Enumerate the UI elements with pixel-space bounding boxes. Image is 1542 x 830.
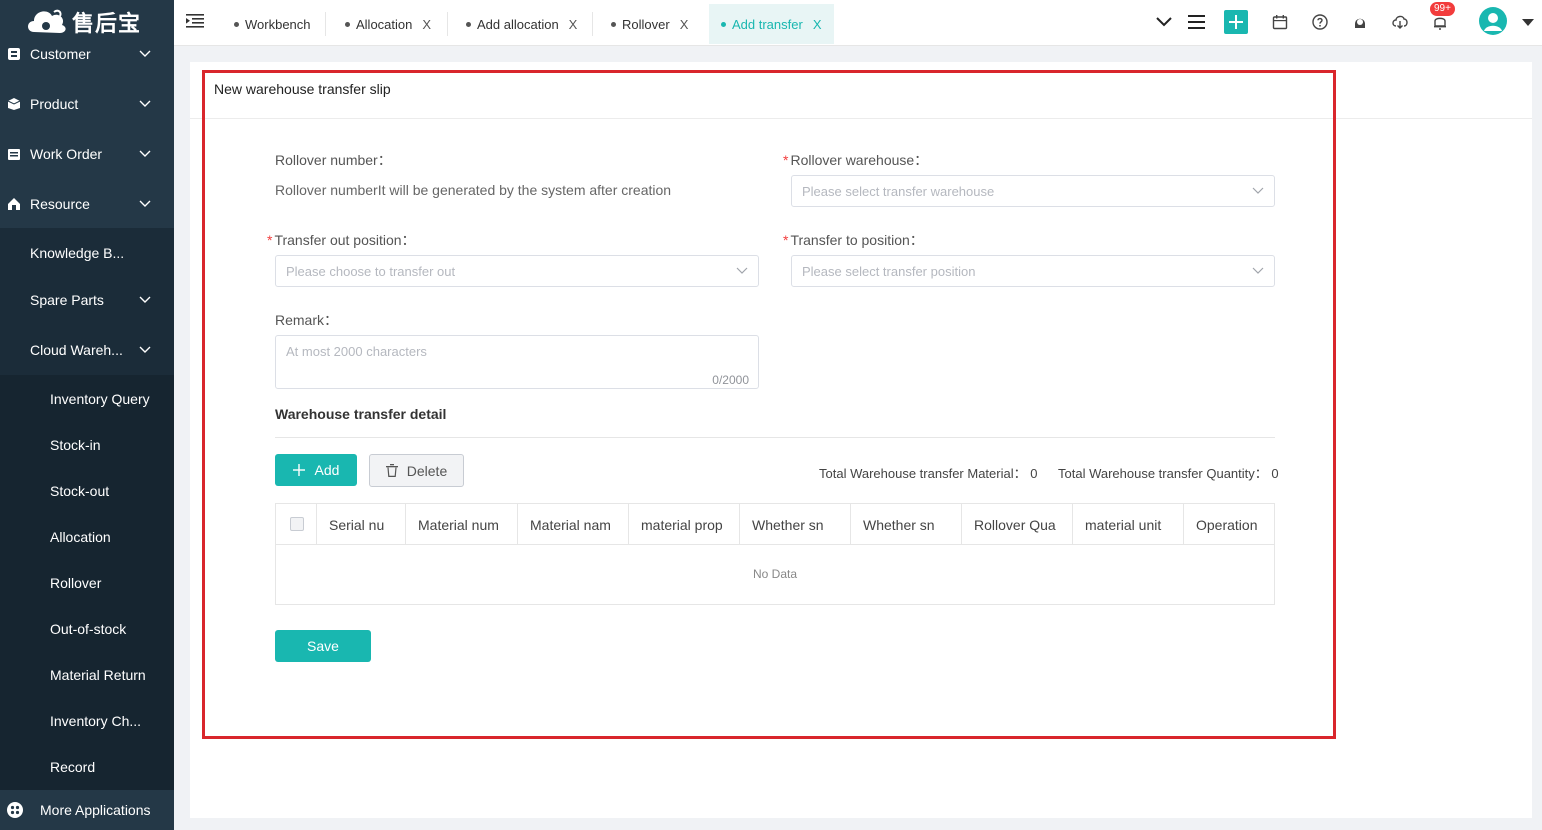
sidebar-item-label: Stock-in — [50, 437, 101, 453]
sidebar-item-label: Record — [50, 759, 96, 775]
tab-allocation[interactable]: Allocation X — [345, 4, 431, 44]
top-bar: Workbench Allocation X Add allocation X … — [174, 0, 1542, 46]
sidebar-item-inventory-query[interactable]: Inventory Query — [0, 379, 174, 419]
sidebar-item-spare-parts[interactable]: Spare Parts — [0, 280, 174, 320]
sidebar-item-label: Rollover — [50, 575, 102, 591]
sidebar-item-allocation[interactable]: Allocation — [0, 517, 174, 557]
sidebar-item-inventory-check[interactable]: Inventory Ch... — [0, 701, 174, 741]
chevron-down-icon — [139, 150, 151, 157]
sidebar-item-label: Spare Parts — [30, 292, 104, 308]
sidebar-item-label: Resource — [30, 196, 90, 212]
more-applications-label: More Applications — [40, 802, 151, 818]
tab-label: Add transfer — [732, 16, 803, 32]
sidebar-item-resource[interactable]: Resource — [0, 184, 174, 224]
tab-label: Workbench — [245, 16, 311, 32]
sidebar-item-label: Inventory Ch... — [50, 713, 142, 729]
chevron-down-icon — [139, 200, 151, 207]
plus-icon — [1229, 15, 1243, 29]
tab-dot — [345, 21, 350, 27]
sidebar-item-label: Knowledge B... — [30, 245, 125, 261]
apps-icon — [7, 802, 23, 818]
chevron-down-icon — [139, 50, 151, 57]
user-avatar[interactable] — [1478, 6, 1508, 36]
sidebar-item-product[interactable]: Product — [0, 84, 174, 124]
tab-add-transfer[interactable]: Add transfer X — [709, 4, 834, 44]
more-applications-button[interactable]: More Applications — [0, 790, 174, 830]
calendar-button[interactable] — [1268, 10, 1292, 34]
sidebar-item-customer[interactable]: Customer — [0, 34, 174, 74]
chevron-down-icon — [139, 296, 151, 303]
sidebar-item-label: Out-of-stock — [50, 621, 127, 637]
customer-icon — [8, 48, 20, 60]
tab-label: Allocation — [356, 16, 413, 32]
tab-dot — [611, 21, 616, 27]
close-icon[interactable]: X — [680, 17, 689, 32]
sidebar-item-label: Inventory Query — [50, 391, 150, 407]
work-order-icon — [8, 149, 20, 160]
sidebar-item-label: Customer — [30, 46, 91, 62]
tab-dot — [466, 21, 471, 27]
sidebar-item-cloud-warehouse[interactable]: Cloud Wareh... — [0, 330, 174, 370]
tab-dot — [721, 21, 726, 27]
sidebar-item-record[interactable]: Record — [0, 747, 174, 787]
sidebar-item-label: Cloud Wareh... — [30, 342, 123, 358]
tab-workbench[interactable]: Workbench — [234, 4, 311, 44]
sidebar-item-work-order[interactable]: Work Order — [0, 134, 174, 174]
tab-divider — [325, 12, 326, 36]
cloud-download-icon — [1392, 15, 1408, 29]
bell-icon — [1434, 17, 1446, 30]
chevron-down-icon — [1156, 17, 1172, 27]
tab-divider — [447, 12, 448, 36]
tab-add-allocation[interactable]: Add allocation X — [466, 4, 577, 44]
highlight-frame — [202, 70, 1336, 739]
sidebar-item-knowledge-base[interactable]: Knowledge B... — [0, 233, 174, 273]
download-button[interactable] — [1388, 10, 1412, 34]
tabs-dropdown-button[interactable] — [1152, 10, 1176, 34]
sidebar-item-label: Material Return — [50, 667, 146, 683]
sidebar-item-out-of-stock[interactable]: Out-of-stock — [0, 609, 174, 649]
caret-down-icon — [1522, 18, 1534, 26]
tab-label: Add allocation — [477, 16, 559, 32]
help-icon — [1312, 14, 1328, 30]
sidebar-item-stock-out[interactable]: Stock-out — [0, 471, 174, 511]
tab-label: Rollover — [622, 16, 670, 32]
close-icon[interactable]: X — [422, 17, 431, 32]
menu-button[interactable] — [1184, 10, 1208, 34]
sidebar: 售后宝 Customer Product Work Order Resource… — [0, 0, 174, 830]
sidebar-item-label: Stock-out — [50, 483, 110, 499]
tab-dot — [234, 21, 239, 27]
resource-icon — [8, 198, 20, 210]
sidebar-item-stock-in[interactable]: Stock-in — [0, 425, 174, 465]
close-icon[interactable]: X — [569, 17, 578, 32]
menu-fold-icon[interactable] — [186, 13, 204, 29]
help-button[interactable] — [1308, 10, 1332, 34]
product-icon — [7, 98, 21, 110]
customer-service-button[interactable] — [1348, 10, 1372, 34]
sidebar-item-label: Allocation — [50, 529, 111, 545]
chevron-down-icon — [139, 346, 151, 353]
avatar-icon — [1479, 7, 1507, 35]
sidebar-item-rollover[interactable]: Rollover — [0, 563, 174, 603]
sidebar-item-label: Product — [30, 96, 79, 112]
menu-icon — [1187, 15, 1205, 29]
notification-badge: 99+ — [1430, 2, 1455, 16]
user-menu-dropdown[interactable] — [1516, 10, 1540, 34]
calendar-icon — [1272, 15, 1288, 30]
close-icon[interactable]: X — [813, 17, 822, 32]
tab-rollover[interactable]: Rollover X — [611, 4, 688, 44]
tab-divider — [592, 12, 593, 36]
customer-service-icon — [1355, 18, 1365, 28]
chevron-down-icon — [139, 100, 151, 107]
sidebar-item-label: Work Order — [30, 146, 103, 162]
quick-create-button[interactable] — [1224, 10, 1248, 34]
sidebar-item-material-return[interactable]: Material Return — [0, 655, 174, 695]
